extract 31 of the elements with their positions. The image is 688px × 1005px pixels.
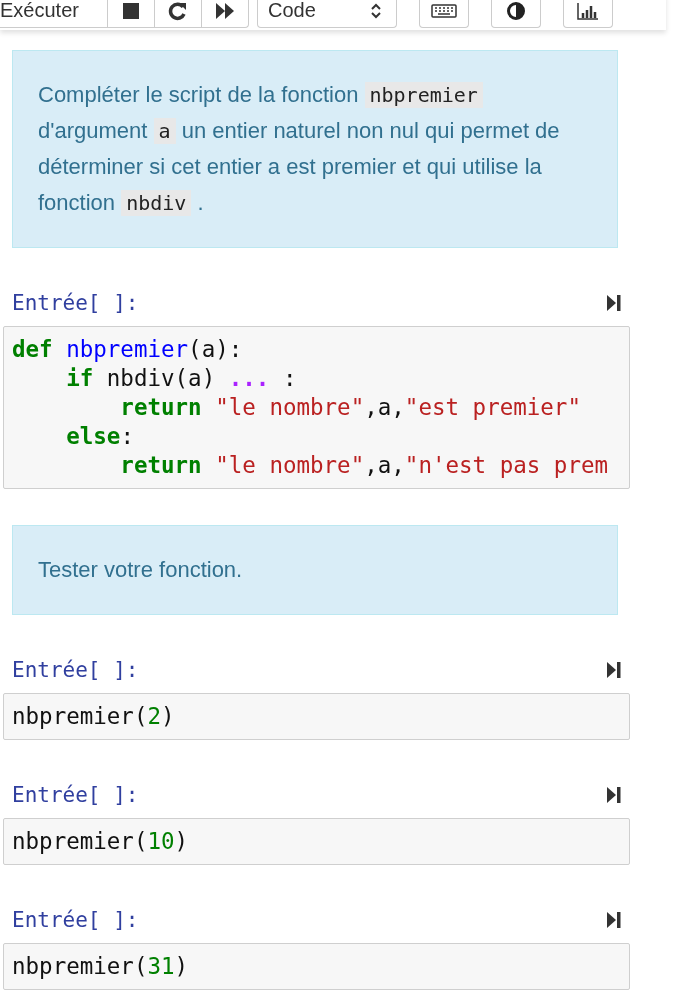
code-line: nbpremier(31) (12, 952, 189, 981)
keyboard-icon[interactable] (419, 0, 469, 28)
code-line: def nbpremier(a): (12, 335, 243, 364)
code-line: nbpremier(2) (12, 702, 175, 731)
bar-chart-icon[interactable] (563, 0, 613, 28)
run-cell-icon[interactable] (606, 660, 622, 680)
code-input-field[interactable]: nbpremier(31) (3, 943, 630, 990)
code-line: else: (65, 422, 134, 451)
code-input-field[interactable]: def nbpremier(a): if nbdiv(a) ... : return "le nombre",a,"est premier" else: return "le nombre",a,"n'est pas prem (3, 326, 630, 489)
instruction-text: Compléter le script de la fonction nbpremier d'argument a un entier naturel non nul qui permet de déterminer si cet entier a est premier et qui utilise la fonction nbdiv . (38, 81, 561, 218)
code-line: nbpremier(10) (12, 827, 189, 856)
run-cell-icon[interactable] (606, 785, 622, 805)
run-cell-icon[interactable] (606, 910, 622, 930)
run-cell-icon[interactable] (606, 293, 622, 313)
input-prompt: Entrée[ ]: (12, 908, 139, 932)
up-down-chevron-icon (370, 2, 382, 19)
fast-forward-icon[interactable] (201, 0, 249, 28)
restart-icon[interactable] (154, 0, 202, 28)
instruction-text: Tester votre fonction. (38, 556, 244, 584)
code-line: if nbdiv(a) ... : (65, 364, 297, 393)
stop-icon[interactable] (107, 0, 155, 28)
input-prompt: Entrée[ ]: (12, 658, 139, 682)
input-prompt: Entrée[ ]: (12, 291, 139, 315)
contrast-icon[interactable] (491, 0, 541, 28)
code-line: return "le nombre",a,"n'est pas prem (119, 451, 609, 480)
cell-type-select[interactable]: Code (257, 0, 397, 28)
run-button[interactable]: Exécuter (0, 0, 108, 28)
input-prompt: Entrée[ ]: (12, 783, 139, 807)
code-line: return "le nombre",a,"est premier" (119, 393, 581, 422)
code-input-field[interactable]: nbpremier(2) (3, 693, 630, 740)
code-input-field[interactable]: nbpremier(10) (3, 818, 630, 865)
